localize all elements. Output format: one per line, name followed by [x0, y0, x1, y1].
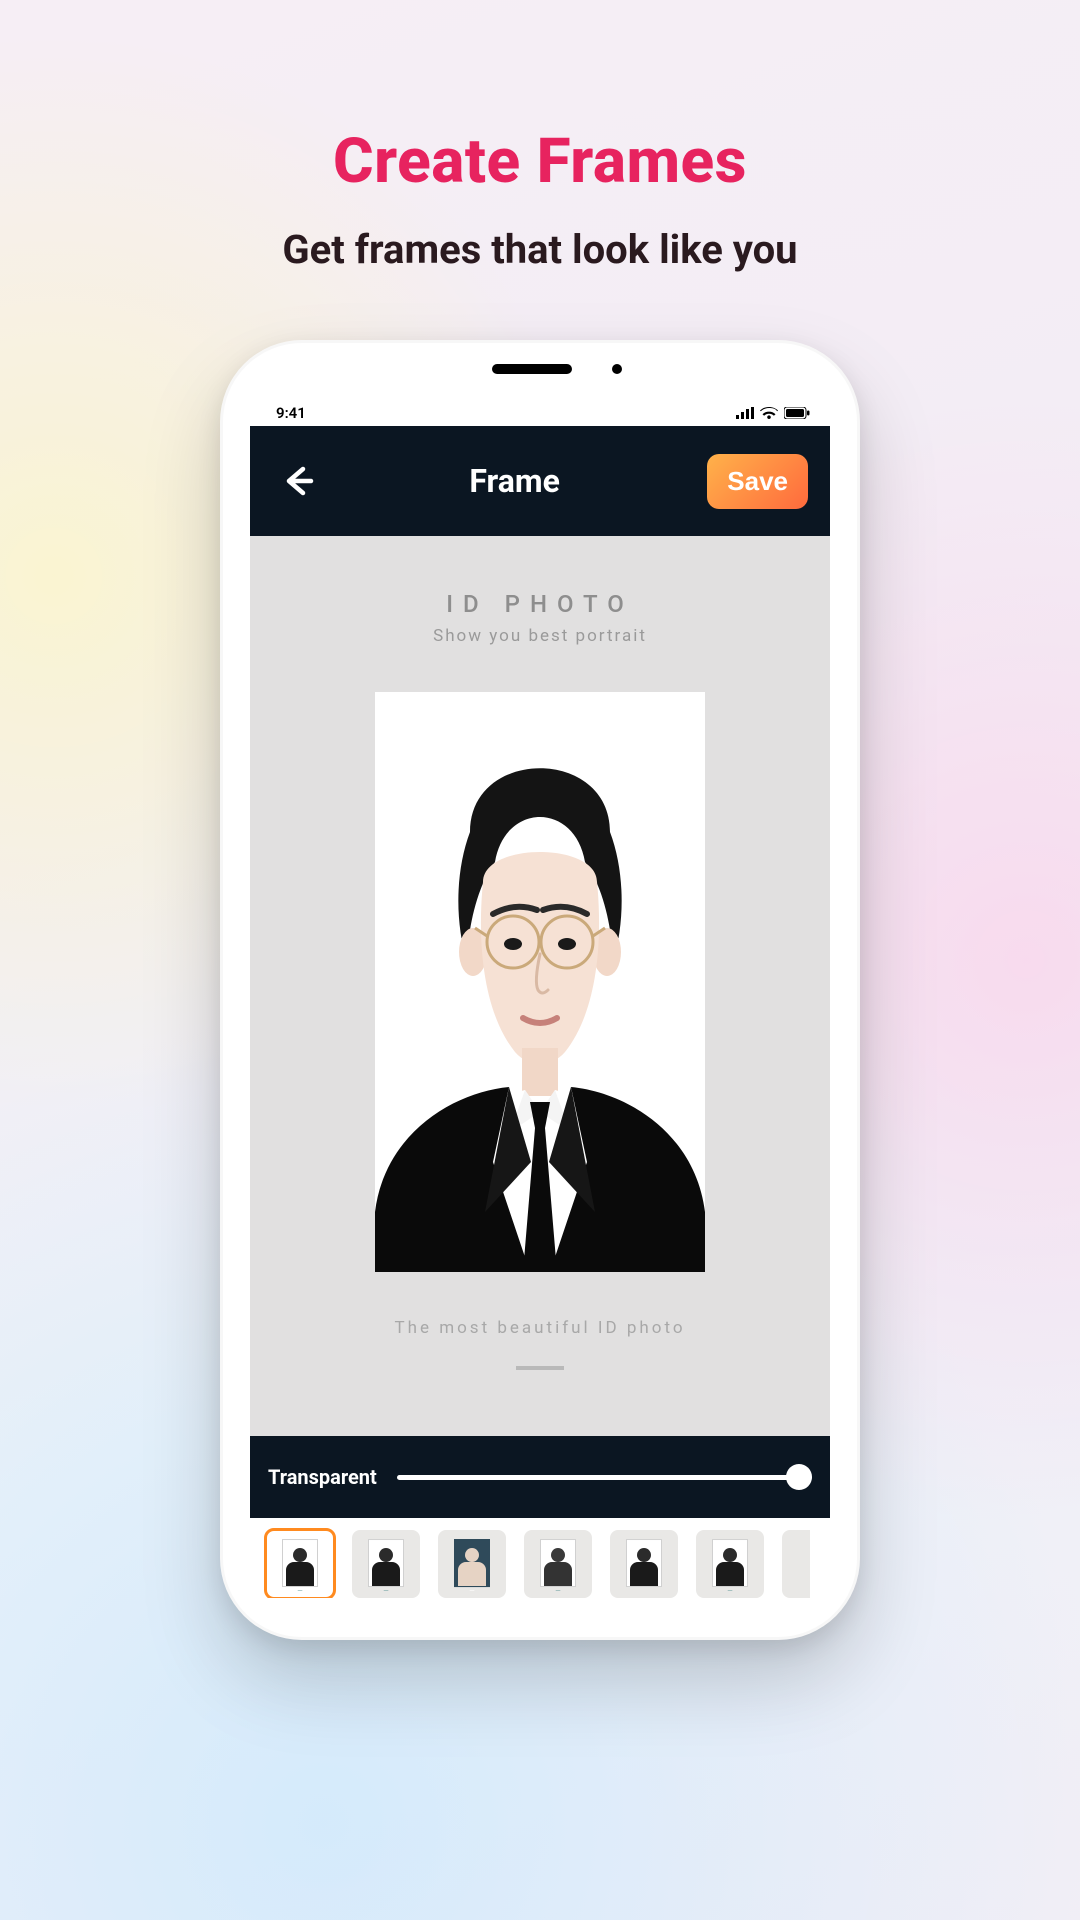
page-title: Create Frames	[0, 125, 1080, 198]
frame-thumb-2[interactable]: —	[352, 1530, 420, 1598]
frame-thumb-5[interactable]	[610, 1530, 678, 1598]
status-icons	[736, 407, 810, 419]
signal-icon	[736, 407, 754, 419]
frame-canvas[interactable]: ID PHOTO Show you best portrait	[250, 536, 830, 1436]
frame-thumb-6[interactable]: —	[696, 1530, 764, 1598]
screen-title: Frame	[469, 462, 559, 500]
status-bar: 9:41	[250, 396, 830, 426]
app-header: Frame Save	[250, 426, 830, 536]
frame-footer-caption: The most beautiful ID photo	[394, 1318, 685, 1338]
frame-thumbnail-strip[interactable]: — — — — —	[250, 1518, 830, 1598]
arrow-left-icon	[277, 461, 317, 501]
frame-thumb-4[interactable]: —	[524, 1530, 592, 1598]
transparency-slider-bar: Transparent	[250, 1436, 830, 1518]
slider-knob[interactable]	[786, 1464, 812, 1490]
status-time: 9:41	[276, 404, 306, 422]
caption-underline	[516, 1366, 564, 1370]
battery-icon	[784, 407, 810, 419]
back-button[interactable]	[272, 456, 322, 506]
phone-notch	[220, 340, 860, 388]
app-screen: 9:41 Frame Save ID PHOTO Show you best p…	[250, 396, 830, 1598]
frame-header-label: ID PHOTO	[446, 590, 634, 618]
phone-mockup: 9:41 Frame Save ID PHOTO Show you best p…	[220, 340, 860, 1640]
slider-label: Transparent	[268, 1465, 377, 1489]
frame-header-sub: Show you best portrait	[433, 626, 647, 646]
id-photo-preview	[375, 692, 705, 1272]
transparency-slider[interactable]	[397, 1457, 812, 1497]
frame-thumb-3[interactable]: —	[438, 1530, 506, 1598]
wifi-icon	[760, 407, 778, 419]
frame-thumb-7[interactable]	[782, 1530, 810, 1598]
save-button[interactable]: Save	[707, 454, 808, 509]
page-subtitle: Get frames that look like you	[0, 226, 1080, 273]
frame-thumb-1[interactable]: —	[266, 1530, 334, 1598]
